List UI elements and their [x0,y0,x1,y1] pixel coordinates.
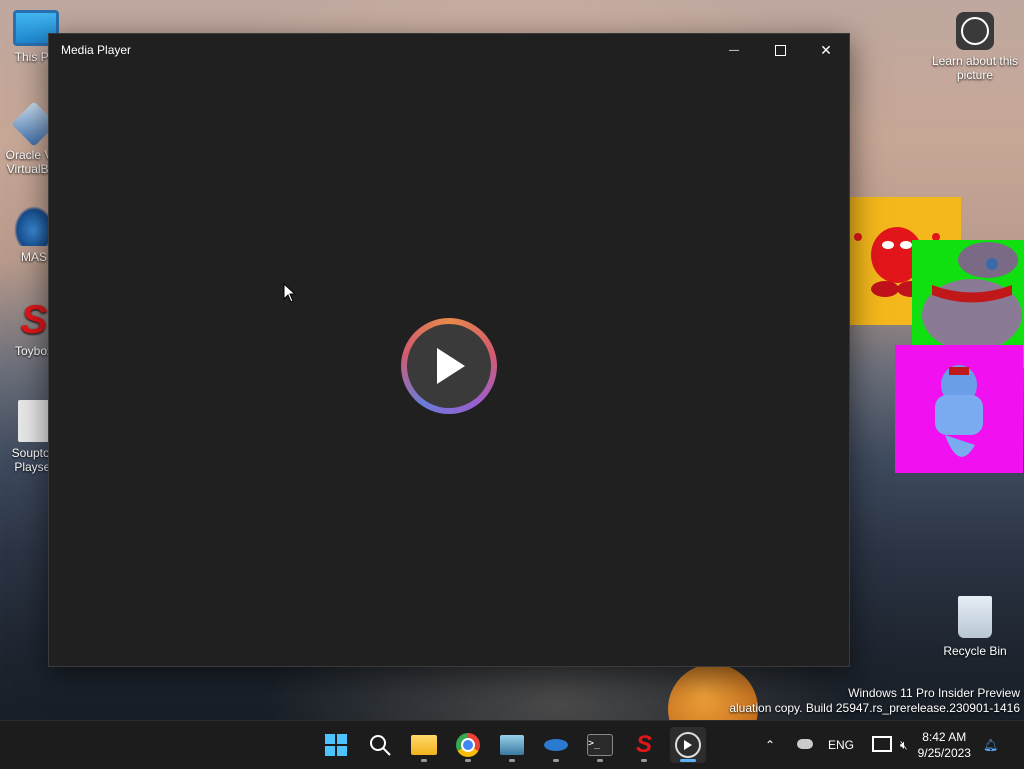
watermark-line-2: aluation copy. Build 25947.rs_prerelease… [729,701,1020,715]
show-hidden-icons-button[interactable]: ⌃ [760,738,780,752]
toybox-s-icon: S [635,731,652,758]
onedrive-button[interactable] [790,738,820,752]
folder-icon [411,735,437,755]
network-icon [872,735,893,752]
taskbar-keyboard-app[interactable] [494,727,530,763]
genie-image [935,365,983,457]
running-indicator [641,759,647,762]
bell-icon: 🔔︎ [982,738,999,752]
start-button[interactable] [318,727,354,763]
recycle-bin-label: Recycle Bin [943,644,1007,658]
recycle-bin[interactable]: Recycle Bin [930,596,1020,658]
window-title: Media Player [61,43,132,57]
search-icon [370,735,391,756]
clock-date: 9/25/2023 [917,746,971,760]
volume-muted-icon: 🔇︎ [900,737,908,752]
media-player-icon [675,732,701,758]
chevron-up-icon: ⌃ [764,738,776,752]
taskbar-file-explorer[interactable] [406,727,442,763]
maximize-icon [774,44,786,56]
taskbar-terminal[interactable]: >_ [582,727,618,763]
watermark-line-1: Windows 11 Pro Insider Preview [848,686,1020,700]
camera-icon [956,12,994,50]
minimize-button[interactable]: — [711,34,757,66]
maximize-button[interactable] [757,34,803,66]
taskbar-mas[interactable] [538,727,574,763]
keyboard-app-icon [500,735,524,755]
recycle-bin-icon [958,596,992,638]
taskbar: >_ S ⌃ ENG 🔇︎ 8:42 AM 9/25/2023 🔔︎ [0,720,1024,769]
learn-about-picture-label: Learn about this picture [931,54,1019,82]
windows-watermark: Windows 11 Pro Insider Preview aluation … [729,686,1020,716]
running-indicator [680,759,696,762]
close-icon: ✕ [820,41,832,58]
windows-logo-icon [325,734,347,756]
taskbar-media-player[interactable] [670,727,706,763]
media-player-window[interactable]: Media Player — ✕ [48,33,850,667]
search-button[interactable] [362,727,398,763]
play-icon [437,348,465,384]
clock-time: 8:42 AM [922,730,967,744]
minimize-icon: — [729,44,739,56]
network-button[interactable] [872,735,893,755]
close-button[interactable]: ✕ [803,34,849,66]
sticker-genie[interactable] [895,345,1023,473]
mas-ufo-icon [544,739,568,751]
mouse-cursor [283,283,297,303]
play-button[interactable] [401,318,497,414]
taskbar-chrome[interactable] [450,727,486,763]
notifications-button[interactable]: 🔔︎ [983,738,998,752]
running-indicator [465,759,471,762]
running-indicator [509,759,515,762]
running-indicator [553,759,559,762]
taskbar-toybox[interactable]: S [626,727,662,763]
chrome-icon [456,733,480,757]
learn-about-picture[interactable]: Learn about this picture [930,12,1020,82]
play-button-inner [407,324,491,408]
file-icon [18,400,50,442]
clock[interactable]: 8:42 AM 9/25/2023 [918,729,971,761]
title-bar[interactable]: Media Player — ✕ [49,34,849,66]
language-indicator[interactable]: ENG [828,738,854,752]
terminal-icon: >_ [587,734,613,756]
running-indicator [421,759,427,762]
volume-button[interactable]: 🔇︎ [900,738,908,753]
onedrive-icon [797,739,813,749]
running-indicator [597,759,603,762]
